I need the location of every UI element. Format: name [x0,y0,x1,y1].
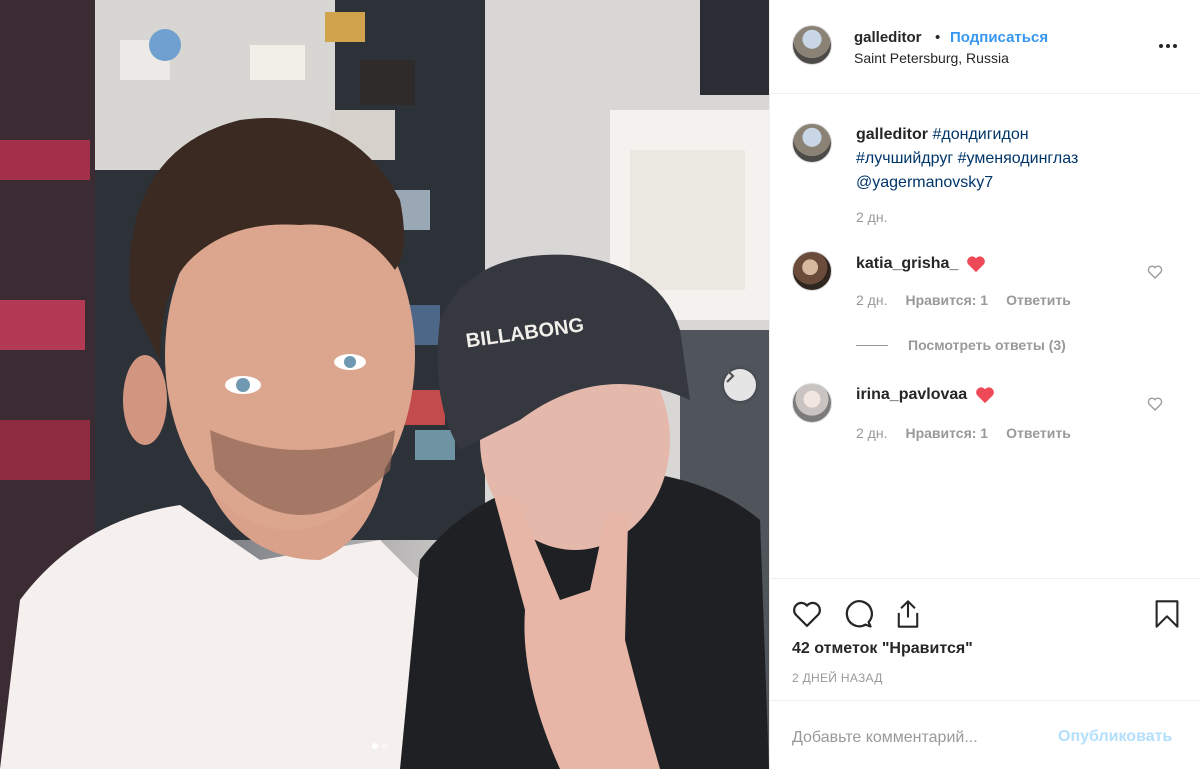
comment-bubble-icon [845,600,873,628]
post-location[interactable]: Saint Petersburg, Russia [854,50,1009,66]
post-header: galleditor • Подписаться Saint Petersbur… [770,0,1200,94]
more-dot-icon [1166,44,1170,48]
view-replies-button[interactable]: Посмотреть ответы (3) [856,337,1066,353]
reply-button[interactable]: Ответить [1006,425,1071,441]
view-replies-label: Посмотреть ответы (3) [908,337,1066,353]
carousel-indicator [372,743,388,749]
carousel-next-button[interactable] [724,369,756,401]
comment-likes[interactable]: Нравится: 1 [905,292,988,308]
author-username[interactable]: galleditor [854,29,922,46]
comment-button[interactable] [841,597,875,631]
hashtag-link[interactable]: #дондигидон [932,126,1028,143]
red-heart-emoji-icon [967,256,986,273]
comment-meta: 2 дн. Нравится: 1 Ответить [856,425,1071,441]
more-dot-icon [1173,44,1177,48]
caption-avatar[interactable] [792,123,832,163]
caption-username[interactable]: galleditor [856,126,928,143]
post-caption: galleditor #дондигидон #лучшийдруг #умен… [856,123,1156,195]
reply-button[interactable]: Ответить [1006,292,1071,308]
author-avatar[interactable] [792,25,832,65]
like-comment-heart-icon[interactable] [1147,396,1163,412]
bookmark-icon [1155,600,1179,628]
comment-input[interactable] [792,727,1062,749]
caption-time[interactable]: 2 дн. [856,209,887,225]
carousel-dot-active [372,743,378,749]
comments-list: galleditor #дондигидон #лучшийдруг #умен… [770,95,1200,578]
post-side-panel: galleditor • Подписаться Saint Petersbur… [769,0,1200,769]
comment-likes[interactable]: Нравится: 1 [905,425,988,441]
carousel-dot [382,743,388,749]
comment-username[interactable]: irina_pavlovaa [856,386,967,404]
header-separator: • [935,29,941,46]
red-heart-emoji-icon [976,387,995,404]
share-icon [897,600,919,628]
post-photo[interactable]: BILLABONG [0,0,769,769]
comment-username[interactable]: katia_grisha_ [856,255,958,273]
heart-icon [793,601,821,627]
photo-illustration: BILLABONG [0,0,769,769]
commenter-avatar[interactable] [792,383,832,423]
caption-meta: 2 дн. [856,209,887,225]
follow-button[interactable]: Подписаться [950,29,1048,46]
share-button[interactable] [891,597,925,631]
publish-button[interactable]: Опубликовать [1058,728,1172,746]
commenter-avatar[interactable] [792,251,832,291]
like-comment-heart-icon[interactable] [1147,264,1163,280]
likes-count[interactable]: 42 отметок "Нравится" [792,640,973,658]
like-button[interactable] [790,597,824,631]
comment-body: katia_grisha_ [856,255,986,273]
add-comment-bar: Опубликовать [770,700,1200,769]
hashtag-link[interactable]: #уменяодинглаз [958,150,1079,167]
comment-meta: 2 дн. Нравится: 1 Ответить [856,292,1071,308]
chevron-right-icon [726,369,735,383]
post-actions: 42 отметок "Нравится" 2 ДНЕЙ НАЗАД [770,578,1200,700]
comment-time[interactable]: 2 дн. [856,425,887,441]
post-time-ago[interactable]: 2 ДНЕЙ НАЗАД [792,671,883,685]
hashtag-link[interactable]: #лучшийдруг [856,150,953,167]
comment-time[interactable]: 2 дн. [856,292,887,308]
replies-divider [856,344,888,346]
more-dot-icon [1159,44,1163,48]
more-options-button[interactable] [1156,36,1180,56]
mention-link[interactable]: @yagermanovsky7 [856,174,993,191]
comment-body: irina_pavlovaa [856,386,995,404]
save-button[interactable] [1150,597,1184,631]
